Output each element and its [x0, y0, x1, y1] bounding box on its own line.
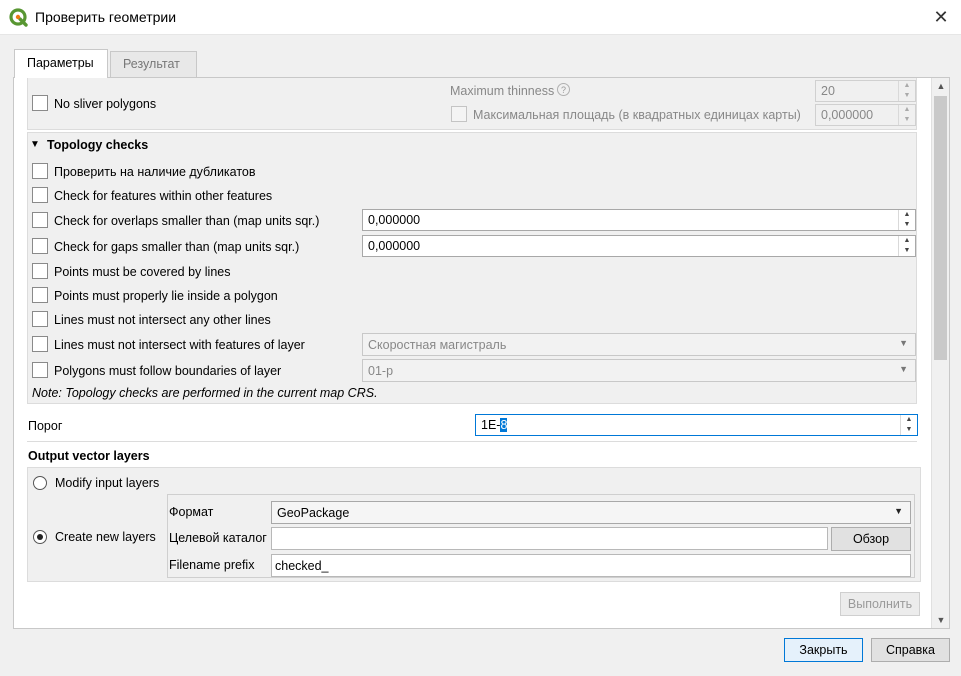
dropdown-arrow-icon: ▼: [899, 338, 908, 348]
format-combo[interactable]: GeoPackage ▼: [271, 501, 911, 524]
prefix-input[interactable]: checked_: [271, 554, 911, 577]
prefix-label: Filename prefix: [169, 558, 255, 572]
threshold-selected-text: 8: [500, 418, 508, 432]
topology-note: Note: Topology checks are performed in t…: [32, 386, 378, 400]
max-thinness-label: Maximum thinness: [450, 84, 555, 98]
lines-layer-label: Lines must not intersect with features o…: [54, 338, 305, 352]
scrollbar-thumb[interactable]: [934, 96, 947, 360]
tab-parameters[interactable]: Параметры: [14, 49, 108, 78]
close-icon[interactable]: ✕: [926, 6, 956, 28]
spin-up-icon[interactable]: ▲: [899, 236, 915, 246]
title-bar: Проверить геометрии ✕: [0, 0, 961, 35]
overlaps-label: Check for overlaps smaller than (map uni…: [54, 214, 320, 228]
lines-layer-combo[interactable]: Скоростная магистраль ▼: [362, 333, 916, 356]
overlaps-checkbox[interactable]: [32, 212, 48, 228]
spin-up-icon[interactable]: ▲: [899, 81, 915, 91]
close-button[interactable]: Закрыть: [784, 638, 863, 662]
within-label: Check for features within other features: [54, 189, 273, 203]
spin-up-icon[interactable]: ▲: [899, 210, 915, 220]
new-layers-frame: Формат GeoPackage ▼ Целевой каталог Обзо…: [167, 494, 915, 578]
gaps-label: Check for gaps smaller than (map units s…: [54, 240, 300, 254]
gaps-checkbox[interactable]: [32, 238, 48, 254]
target-dir-label: Целевой каталог: [169, 531, 267, 545]
vertical-scrollbar[interactable]: ▲ ▼: [931, 78, 949, 628]
within-checkbox[interactable]: [32, 187, 48, 203]
points-inside-checkbox[interactable]: [32, 287, 48, 303]
duplicates-label: Проверить на наличие дубликатов: [54, 165, 256, 179]
tab-result[interactable]: Результат: [110, 51, 197, 77]
dropdown-arrow-icon: ▼: [894, 506, 903, 516]
output-title: Output vector layers: [28, 449, 150, 463]
spin-up-icon[interactable]: ▲: [901, 415, 917, 425]
spin-down-icon[interactable]: ▼: [899, 246, 915, 256]
topology-title[interactable]: Topology checks: [47, 138, 148, 152]
no-sliver-label: No sliver polygons: [54, 97, 157, 111]
target-dir-input[interactable]: [271, 527, 828, 550]
output-group: Modify input layers Create new layers Фо…: [27, 467, 921, 582]
lines-intersect-checkbox[interactable]: [32, 311, 48, 327]
max-area-spinbox[interactable]: 0,000000 ▲ ▼: [815, 104, 916, 126]
points-covered-checkbox[interactable]: [32, 263, 48, 279]
max-area-checkbox[interactable]: [451, 106, 467, 122]
scroll-down-icon[interactable]: ▼: [932, 612, 950, 628]
spin-down-icon[interactable]: ▼: [899, 220, 915, 230]
modify-label: Modify input layers: [55, 476, 160, 490]
collapse-arrow-icon[interactable]: ▼: [30, 139, 40, 150]
scroll-up-icon[interactable]: ▲: [932, 78, 950, 94]
overlaps-spinbox[interactable]: 0,000000 ▲ ▼: [362, 209, 916, 231]
threshold-label: Порог: [28, 419, 63, 433]
help-button[interactable]: Справка: [871, 638, 950, 662]
dropdown-arrow-icon: ▼: [899, 364, 908, 374]
no-sliver-checkbox[interactable]: [32, 95, 48, 111]
divider: [27, 441, 917, 442]
lines-layer-checkbox[interactable]: [32, 336, 48, 352]
create-radio[interactable]: [33, 530, 47, 544]
polygons-boundaries-label: Polygons must follow boundaries of layer: [54, 364, 282, 378]
max-thinness-spinbox[interactable]: 20 ▲ ▼: [815, 80, 916, 102]
threshold-spinbox[interactable]: 1E-8 ▲ ▼: [475, 414, 918, 436]
sliver-group: No sliver polygons Maximum thinness ? 20…: [27, 78, 917, 130]
parameters-scroll-area: No sliver polygons Maximum thinness ? 20…: [13, 78, 930, 628]
spin-down-icon[interactable]: ▼: [899, 91, 915, 101]
spin-down-icon[interactable]: ▼: [901, 425, 917, 435]
create-label: Create new layers: [55, 530, 156, 544]
duplicates-checkbox[interactable]: [32, 163, 48, 179]
spin-up-icon[interactable]: ▲: [899, 105, 915, 115]
topology-group: ▼ Topology checks Проверить на наличие д…: [27, 132, 917, 404]
browse-button[interactable]: Обзор: [831, 527, 911, 551]
points-inside-label: Points must properly lie inside a polygo…: [54, 289, 278, 303]
spin-down-icon[interactable]: ▼: [899, 115, 915, 125]
help-icon[interactable]: ?: [557, 83, 570, 96]
modify-radio[interactable]: [33, 476, 47, 490]
run-button[interactable]: Выполнить: [840, 592, 920, 616]
points-covered-label: Points must be covered by lines: [54, 265, 231, 279]
polygons-boundaries-checkbox[interactable]: [32, 362, 48, 378]
polygons-layer-combo[interactable]: 01-р ▼: [362, 359, 916, 382]
gaps-spinbox[interactable]: 0,000000 ▲ ▼: [362, 235, 916, 257]
qgis-logo-icon: [9, 8, 28, 27]
max-area-label: Максимальная площадь (в квадратных едини…: [473, 108, 801, 122]
window-title: Проверить геометрии: [35, 9, 177, 25]
lines-intersect-label: Lines must not intersect any other lines: [54, 313, 271, 327]
format-label: Формат: [169, 505, 214, 519]
